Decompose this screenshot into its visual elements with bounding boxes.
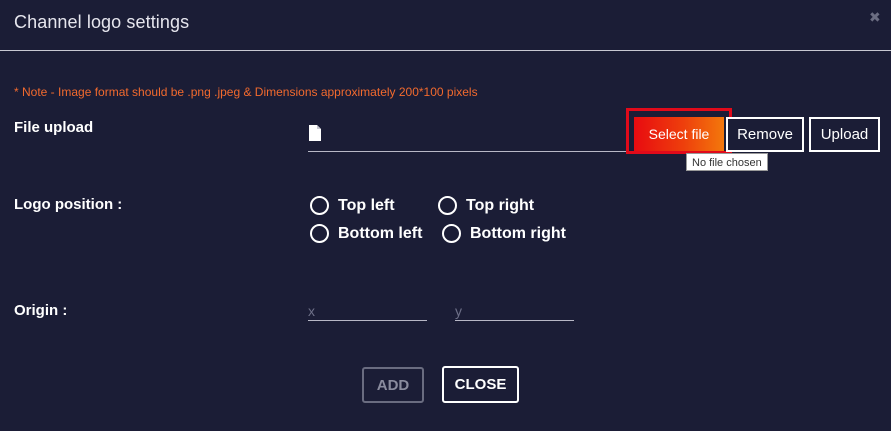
remove-button[interactable]: Remove xyxy=(726,117,804,152)
channel-logo-settings-dialog: Channel logo settings ✖ * Note - Image f… xyxy=(0,0,891,431)
radio-circle-icon xyxy=(310,196,329,215)
radio-label-bottom-left: Bottom left xyxy=(338,224,423,242)
radio-top-left[interactable]: Top left xyxy=(310,196,395,215)
origin-label: Origin : xyxy=(14,302,68,319)
close-button[interactable]: CLOSE xyxy=(442,366,519,403)
radio-bottom-left[interactable]: Bottom left xyxy=(310,224,422,243)
file-upload-label: File upload xyxy=(14,119,94,136)
radio-top-right[interactable]: Top right xyxy=(438,196,534,215)
radio-circle-icon xyxy=(310,224,329,243)
no-file-tooltip: No file chosen xyxy=(686,153,768,171)
close-x-icon[interactable]: ✖ xyxy=(869,10,881,24)
header-divider xyxy=(0,50,891,51)
radio-label-bottom-right: Bottom right xyxy=(470,224,566,242)
format-note: * Note - Image format should be .png .jp… xyxy=(14,85,478,99)
radio-label-top-right: Top right xyxy=(466,196,535,214)
add-button[interactable]: ADD xyxy=(362,367,424,403)
radio-circle-icon xyxy=(438,196,457,215)
select-file-button[interactable]: Select file xyxy=(634,117,724,151)
radio-label-top-left: Top left xyxy=(338,196,395,214)
origin-y-input[interactable] xyxy=(455,302,574,321)
radio-circle-icon xyxy=(442,224,461,243)
radio-bottom-right[interactable]: Bottom right xyxy=(442,224,566,243)
origin-x-input[interactable] xyxy=(308,302,427,321)
file-icon xyxy=(309,125,321,141)
logo-position-label: Logo position : xyxy=(14,196,123,213)
dialog-title: Channel logo settings xyxy=(14,12,190,32)
file-path-field[interactable] xyxy=(308,124,634,152)
upload-button[interactable]: Upload xyxy=(809,117,880,152)
